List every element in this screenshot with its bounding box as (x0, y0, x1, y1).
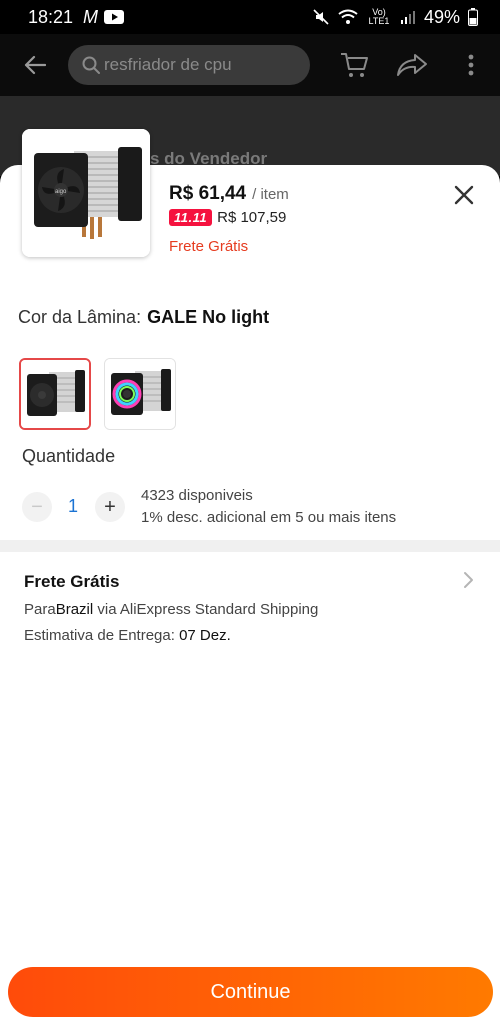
cpu-cooler-image: aigo (22, 129, 150, 257)
price-unit: / item (252, 186, 289, 203)
quantity-increase-button[interactable]: + (95, 492, 125, 522)
delivery-estimate-label: Estimativa de Entrega: (24, 627, 180, 644)
variant-image-plain (21, 360, 89, 428)
sale-price: R$ 61,44 (169, 183, 247, 204)
delivery-date: 07 Dez. (179, 627, 231, 644)
wifi-icon (338, 9, 358, 24)
shipping-title: Frete Grátis (24, 572, 120, 591)
quantity-value[interactable]: 1 (58, 496, 88, 517)
battery-percent: 49% (423, 6, 460, 27)
search-bar[interactable] (68, 45, 310, 85)
shipping-country: Brazil (55, 601, 94, 618)
price-row: R$ 61,44 / item (169, 183, 289, 205)
selected-color: GALE No light (147, 307, 270, 327)
shipping-method: via AliExpress Standard Shipping (93, 601, 319, 618)
color-label-text: Cor da Lâmina: (18, 307, 142, 327)
close-button[interactable] (452, 183, 476, 207)
section-divider (0, 540, 500, 552)
share-button[interactable] (396, 50, 428, 80)
share-icon (397, 54, 427, 76)
original-price: R$ 107,59 (217, 209, 287, 226)
shipping-to-prefix: Para (24, 601, 56, 618)
network-label: Vo) LTE1 (368, 7, 390, 26)
delivery-estimate: Estimativa de Entrega: 07 Dez. (24, 627, 231, 644)
status-right: Vo) LTE1 49% (312, 7, 478, 28)
cart-button[interactable] (338, 50, 370, 80)
sku-bottom-sheet: aigo R$ 61,44 / item 11.11 R$ 107,59 Fre… (0, 129, 500, 1028)
variant-image-rgb (105, 359, 175, 429)
mute-icon (313, 9, 329, 25)
stock-available: 4323 disponiveis (141, 487, 253, 504)
quantity-label: Quantidade (22, 446, 116, 466)
app-bar (0, 34, 500, 96)
close-icon (454, 185, 474, 205)
arrow-left-icon (24, 55, 46, 75)
promo-badge: 11.11 (169, 209, 213, 226)
continue-button[interactable]: Continue (8, 967, 493, 1017)
shipping-details-button[interactable] (462, 570, 476, 590)
variant-rgb[interactable] (104, 358, 176, 430)
status-bar: 18:21 M Vo) LTE1 49% (0, 0, 500, 34)
youtube-icon (104, 10, 125, 24)
chevron-right-icon (464, 572, 473, 588)
back-button[interactable] (22, 52, 48, 78)
search-input[interactable] (104, 55, 294, 75)
variant-gale-no-light[interactable] (19, 358, 91, 430)
shipping-route: ParaBrazil via AliExpress Standard Shipp… (24, 601, 318, 618)
more-vertical-icon (468, 54, 474, 76)
quantity-decrease-button[interactable]: − (22, 492, 52, 522)
more-button[interactable] (455, 50, 487, 80)
free-shipping-tag: Frete Grátis (169, 238, 249, 255)
signal-icon (400, 11, 415, 24)
cart-icon (341, 53, 368, 77)
battery-icon (468, 8, 478, 26)
product-image: aigo (22, 129, 150, 257)
status-notification-icons: M (83, 6, 125, 28)
promo-row: 11.11 R$ 107,59 (169, 209, 286, 226)
color-option-label: Cor da Lâmina: GALE No light (18, 307, 269, 328)
gmail-icon: M (83, 6, 99, 27)
bulk-discount-note: 1% desc. adicional em 5 ou mais itens (141, 509, 397, 526)
svg-text:aigo: aigo (55, 189, 67, 195)
search-icon (82, 56, 100, 74)
status-time: 18:21 (28, 6, 74, 27)
